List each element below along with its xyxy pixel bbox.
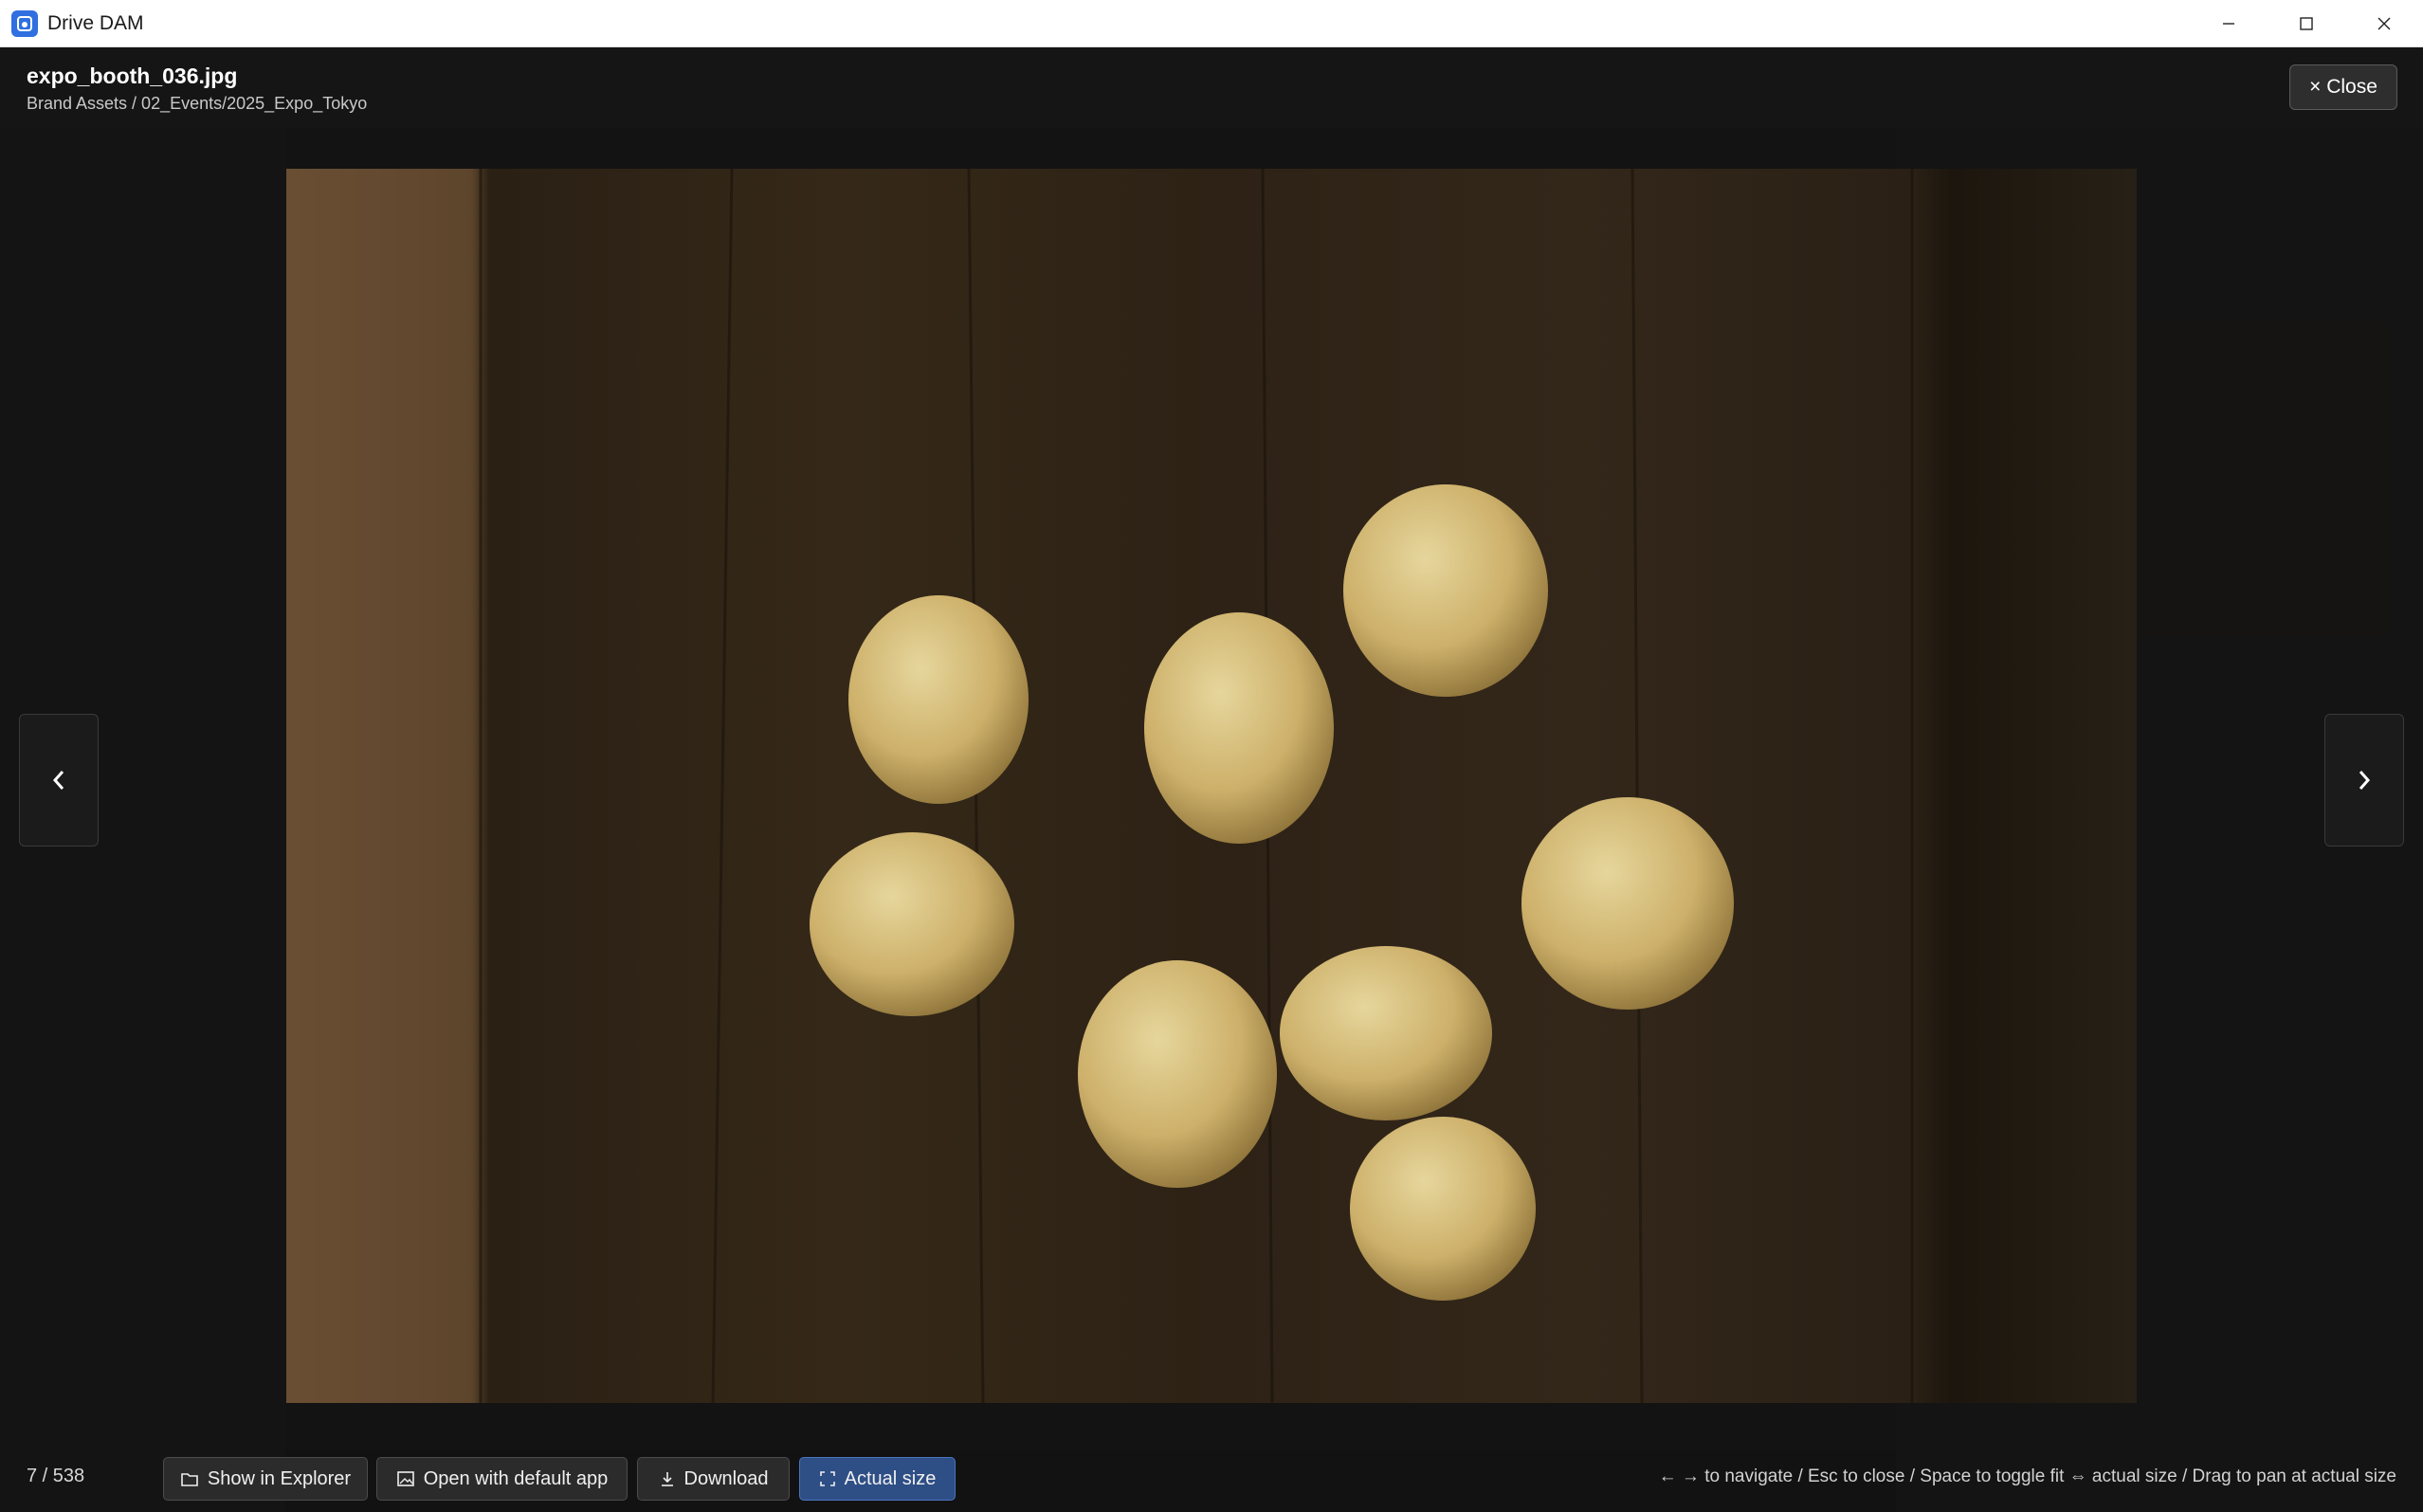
- show-in-explorer-button[interactable]: Show in Explorer: [163, 1457, 368, 1501]
- preview-image[interactable]: [286, 169, 2137, 1403]
- actual-size-label: Actual size: [844, 1467, 937, 1489]
- next-image-button[interactable]: [2324, 714, 2404, 847]
- image-counter: 7 / 538: [27, 1466, 85, 1486]
- chevron-right-icon: [2359, 771, 2371, 790]
- window-titlebar: Drive DAM: [0, 0, 2423, 47]
- show-in-explorer-label: Show in Explorer: [207, 1467, 352, 1489]
- window-close-button[interactable]: [2345, 0, 2423, 47]
- keyboard-hint: ← → to navigate / Esc to close / Space t…: [1658, 1466, 2396, 1486]
- app-logo-icon: [11, 9, 38, 37]
- download-button[interactable]: Download: [637, 1457, 790, 1501]
- open-default-app-button[interactable]: Open with default app: [376, 1457, 628, 1501]
- folder-icon: [181, 1473, 198, 1486]
- minimize-button[interactable]: [2190, 0, 2268, 47]
- previous-image-button[interactable]: [19, 714, 99, 847]
- chevron-left-icon: [52, 771, 64, 790]
- image-icon: [396, 1471, 414, 1486]
- file-path: Brand Assets / 02_Events/2025_Expo_Tokyo: [27, 94, 368, 113]
- download-label: Download: [683, 1467, 769, 1489]
- close-icon: [2377, 17, 2391, 30]
- download-icon: [661, 1472, 673, 1486]
- file-name: expo_booth_036.jpg: [27, 64, 238, 88]
- maximize-button[interactable]: [2268, 0, 2345, 47]
- actual-size-button[interactable]: Actual size: [799, 1457, 956, 1501]
- viewer-header: expo_booth_036.jpg Brand Assets / 02_Eve…: [0, 47, 2423, 128]
- maximize-icon: [2300, 17, 2313, 30]
- window-title: Drive DAM: [47, 11, 144, 34]
- expand-icon: [819, 1471, 835, 1486]
- minimize-icon: [2223, 23, 2234, 25]
- open-default-app-label: Open with default app: [423, 1467, 609, 1489]
- close-viewer-button[interactable]: × Close: [2289, 64, 2397, 110]
